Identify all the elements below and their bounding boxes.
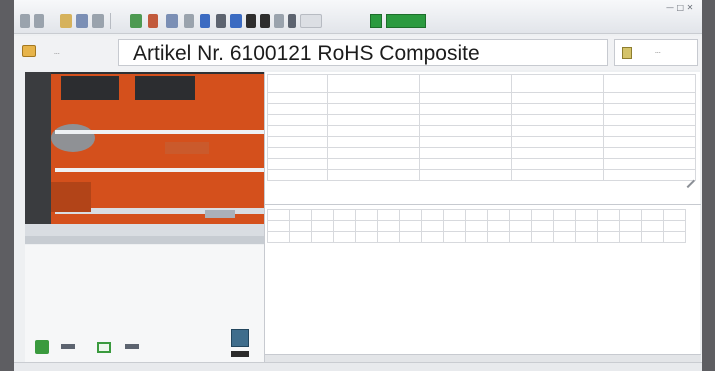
table-row[interactable]	[267, 125, 696, 137]
article-title-field[interactable]: Artikel Nr. 6100121 RoHS Composite	[118, 39, 608, 66]
article-icon[interactable]	[22, 45, 36, 57]
column-header[interactable]	[511, 74, 604, 93]
camera-image[interactable]	[25, 72, 264, 244]
measure-icon[interactable]	[130, 14, 142, 28]
table-row	[267, 209, 686, 221]
column-header[interactable]	[267, 74, 328, 93]
toolbar-icon[interactable]	[246, 14, 256, 28]
toolbar-icon[interactable]	[274, 14, 284, 28]
save-icon[interactable]	[76, 14, 88, 28]
ok-icon[interactable]	[370, 14, 382, 28]
table-row[interactable]	[267, 136, 696, 148]
download-icon[interactable]	[35, 340, 49, 354]
report-icon[interactable]	[622, 47, 632, 59]
toolbar-dropdown[interactable]	[300, 14, 322, 28]
header-left-label: ...	[54, 49, 60, 56]
horizontal-scrollbar[interactable]	[265, 354, 701, 362]
left-panel-button[interactable]	[125, 344, 139, 349]
article-title: Artikel Nr. 6100121 RoHS Composite	[133, 42, 480, 65]
table-row[interactable]	[267, 147, 696, 159]
left-panel-button[interactable]	[61, 344, 75, 349]
toolbar-icon[interactable]	[216, 14, 226, 28]
forward-icon[interactable]	[34, 14, 44, 28]
toolbar-icon[interactable]	[230, 14, 242, 28]
table-row[interactable]	[267, 169, 696, 181]
article-header: ... Artikel Nr. 6100121 RoHS Composite .…	[14, 36, 702, 70]
status-bar	[14, 362, 702, 371]
back-icon[interactable]	[20, 14, 30, 28]
table-row[interactable]	[267, 103, 696, 115]
element-table	[267, 74, 696, 181]
window-controls[interactable]: — □ ✕	[666, 3, 693, 12]
column-header[interactable]	[327, 74, 420, 93]
left-control-panel	[25, 245, 264, 362]
result-icon[interactable]	[386, 14, 426, 28]
table-row[interactable]	[267, 158, 696, 170]
column-header[interactable]	[419, 74, 512, 93]
toolbar-icon[interactable]	[260, 14, 270, 28]
chart-icon[interactable]	[148, 14, 158, 28]
help-icon[interactable]	[200, 14, 210, 28]
column-header[interactable]	[603, 74, 696, 93]
settings-icon[interactable]	[184, 14, 194, 28]
table-row[interactable]	[267, 92, 696, 104]
spectrum-divider	[265, 204, 701, 205]
print-icon[interactable]	[92, 14, 104, 28]
table-header-row	[267, 74, 696, 93]
header-right-label: ...	[655, 48, 661, 55]
spectrum-table	[267, 209, 686, 243]
layers-bar	[231, 351, 249, 357]
camera-image-content	[25, 72, 264, 244]
measurement-grid	[264, 72, 701, 362]
toolbar-icon[interactable]	[288, 14, 296, 28]
table-row[interactable]	[267, 114, 696, 126]
toolbar: — □ ✕	[14, 0, 702, 34]
application-window: — □ ✕ ... Artikel Nr. 6100121 RoHS Compo…	[14, 0, 702, 371]
camera-icon[interactable]	[166, 14, 178, 28]
display-icon[interactable]	[97, 342, 111, 353]
layers-icon[interactable]	[231, 329, 249, 347]
header-right-box[interactable]: ...	[614, 39, 698, 66]
table-row	[267, 231, 686, 243]
table-row	[267, 220, 686, 232]
toolbar-separator	[110, 13, 111, 29]
folder-icon[interactable]	[60, 14, 72, 28]
